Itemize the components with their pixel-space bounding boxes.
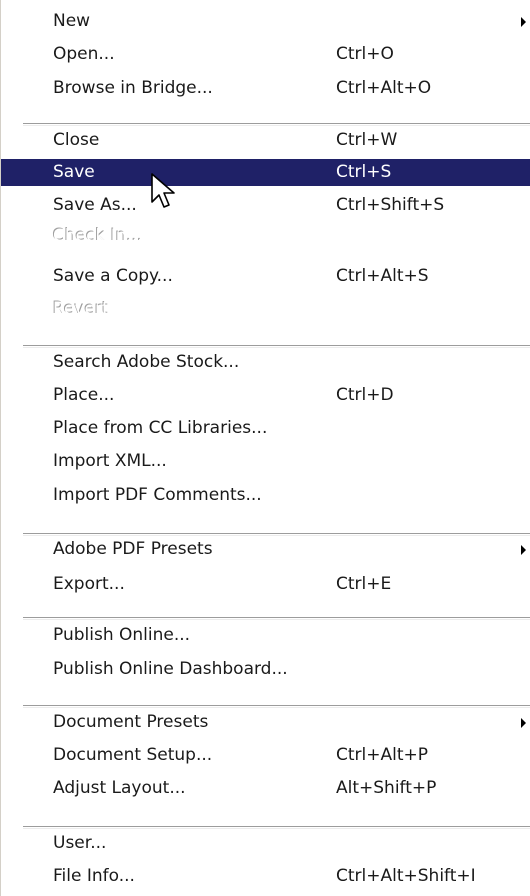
menu-item-publish-online-dashboard[interactable]: Publish Online Dashboard... xyxy=(1,656,530,683)
menu-item-shortcut: Ctrl+Shift+S xyxy=(336,195,445,215)
menu-item-label: File Info... xyxy=(53,866,135,886)
menu-item-label: Import PDF Comments... xyxy=(53,485,262,505)
menu-item-label: Save xyxy=(53,162,95,182)
menu-item-label: Place from CC Libraries... xyxy=(53,418,268,438)
menu-item-label: Revert xyxy=(53,299,109,319)
menu-item-label: User... xyxy=(53,833,107,853)
menu-item-shortcut: Ctrl+D xyxy=(336,385,394,405)
menu-item-shortcut: Ctrl+Alt+O xyxy=(336,78,432,98)
menu-item-save-as[interactable]: Save As... Ctrl+Shift+S xyxy=(1,192,530,219)
menu-item-save[interactable]: Save Ctrl+S xyxy=(1,159,530,186)
menu-item-adjust-layout[interactable]: Adjust Layout... Alt+Shift+P xyxy=(1,775,530,802)
menu-item-file-info[interactable]: File Info... Ctrl+Alt+Shift+I xyxy=(1,863,530,890)
menu-item-label: New xyxy=(53,11,91,31)
menu-item-shortcut: Ctrl+E xyxy=(336,574,392,594)
menu-item-save-a-copy[interactable]: Save a Copy... Ctrl+Alt+S xyxy=(1,263,530,290)
menu-item-label: Export... xyxy=(53,574,125,594)
submenu-arrow-icon xyxy=(521,545,526,555)
menu-item-shortcut: Alt+Shift+P xyxy=(336,778,437,798)
menu-item-search-adobe-stock[interactable]: Search Adobe Stock... xyxy=(1,349,530,376)
submenu-arrow-icon xyxy=(521,718,526,728)
menu-item-document-setup[interactable]: Document Setup... Ctrl+Alt+P xyxy=(1,742,530,769)
menu-item-label: Import XML... xyxy=(53,451,167,471)
menu-item-place[interactable]: Place... Ctrl+D xyxy=(1,382,530,409)
menu-item-adobe-pdf-presets[interactable]: Adobe PDF Presets xyxy=(1,536,530,563)
menu-item-revert: Revert xyxy=(1,296,530,323)
menu-item-shortcut: Ctrl+W xyxy=(336,130,398,150)
menu-item-label: Browse in Bridge... xyxy=(53,78,213,98)
menu-item-label: Save As... xyxy=(53,195,137,215)
menu-item-export[interactable]: Export... Ctrl+E xyxy=(1,571,530,598)
menu-item-label: Document Setup... xyxy=(53,745,213,765)
menu-item-label: Publish Online... xyxy=(53,625,191,645)
menu-item-check-in: Check In... xyxy=(1,223,530,250)
menu-separator xyxy=(23,345,530,347)
menu-item-place-from-cc-libraries[interactable]: Place from CC Libraries... xyxy=(1,415,530,442)
menu-separator xyxy=(23,705,530,707)
menu-item-shortcut: Ctrl+O xyxy=(336,44,394,64)
menu-separator xyxy=(23,533,530,535)
menu-item-label: Adjust Layout... xyxy=(53,778,186,798)
menu-item-shortcut: Ctrl+Alt+S xyxy=(336,266,429,286)
menu-item-label: Place... xyxy=(53,385,115,405)
menu-item-label: Check In... xyxy=(53,226,143,246)
menu-item-label: Open... xyxy=(53,44,115,64)
menu-item-new[interactable]: New xyxy=(1,8,530,35)
menu-item-shortcut: Ctrl+S xyxy=(336,162,392,182)
menu-item-label: Close xyxy=(53,130,100,150)
menu-item-publish-online[interactable]: Publish Online... xyxy=(1,622,530,649)
menu-item-import-pdf-comments[interactable]: Import PDF Comments... xyxy=(1,482,530,509)
menu-item-label: Save a Copy... xyxy=(53,266,173,286)
menu-item-browse-in-bridge[interactable]: Browse in Bridge... Ctrl+Alt+O xyxy=(1,75,530,102)
menu-item-label: Document Presets xyxy=(53,712,209,732)
menu-item-label: Adobe PDF Presets xyxy=(53,539,213,559)
file-menu: New Open... Ctrl+O Browse in Bridge... Ctrl+… xyxy=(0,0,530,896)
menu-item-user[interactable]: User... xyxy=(1,830,530,857)
menu-separator xyxy=(23,826,530,828)
submenu-arrow-icon xyxy=(521,17,526,27)
menu-separator xyxy=(23,617,530,619)
menu-item-close[interactable]: Close Ctrl+W xyxy=(1,127,530,154)
menu-item-shortcut: Ctrl+Alt+Shift+I xyxy=(336,866,476,886)
menu-item-import-xml[interactable]: Import XML... xyxy=(1,448,530,475)
menu-item-label: Search Adobe Stock... xyxy=(53,352,240,372)
menu-item-shortcut: Ctrl+Alt+P xyxy=(336,745,429,765)
menu-item-label: Publish Online Dashboard... xyxy=(53,659,288,679)
mouse-pointer-icon xyxy=(149,172,179,214)
menu-item-document-presets[interactable]: Document Presets xyxy=(1,709,530,736)
menu-item-open[interactable]: Open... Ctrl+O xyxy=(1,41,530,68)
menu-separator xyxy=(23,123,530,125)
